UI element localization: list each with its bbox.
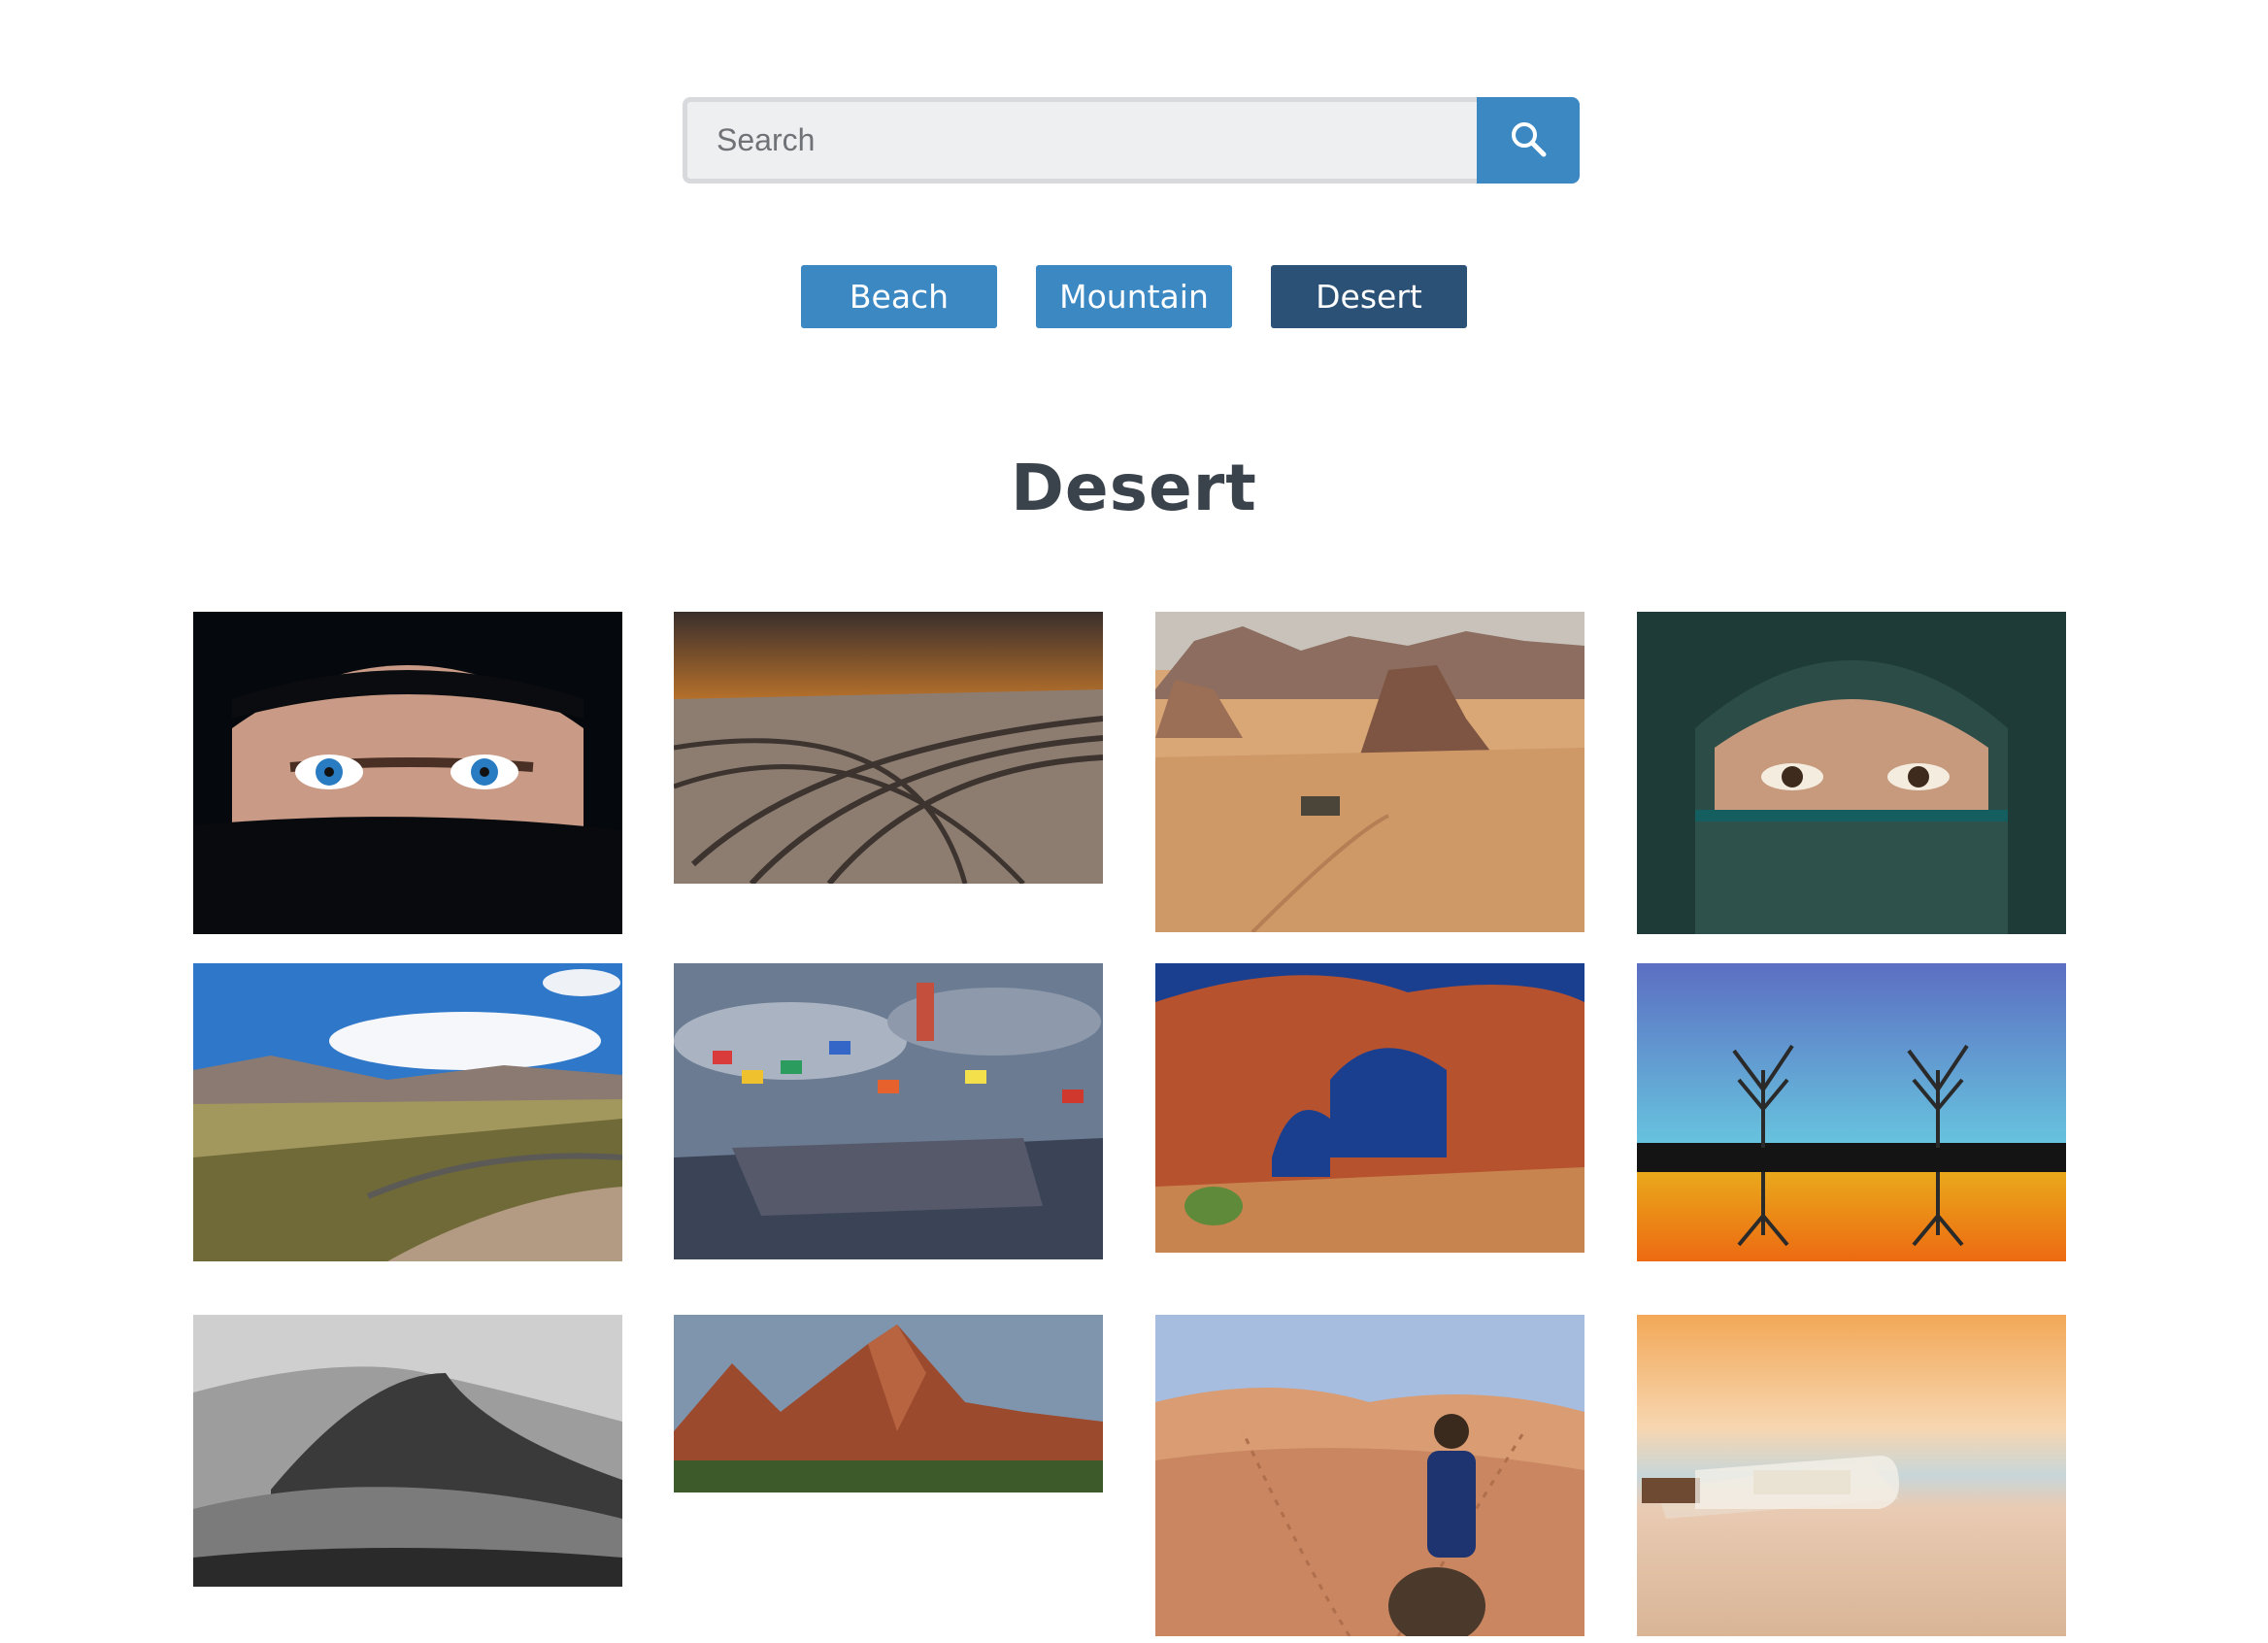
photo-veiled-woman-blue-eyes[interactable] (193, 612, 622, 934)
photo-red-mountains-sunset[interactable] (674, 1315, 1103, 1492)
photo-tree-reflection-lake[interactable] (1637, 963, 2066, 1261)
photo-message-in-bottle-beach[interactable] (1637, 1315, 2066, 1636)
photo-andes-valley-road[interactable] (193, 963, 622, 1261)
filter-beach-button[interactable]: Beach (801, 265, 997, 328)
photo-red-rock-double-arch[interactable] (1155, 963, 1584, 1253)
search-form (683, 97, 1580, 184)
filter-mountain-button[interactable]: Mountain (1036, 265, 1232, 328)
photo-salt-flat-flags-monument[interactable] (674, 963, 1103, 1259)
search-icon (1509, 119, 1548, 161)
filter-desert-button[interactable]: Desert (1271, 265, 1467, 328)
photo-salt-flat-tire-tracks-sunset[interactable] (674, 612, 1103, 884)
search-button[interactable] (1477, 97, 1580, 184)
photo-camel-rider-dunes[interactable] (1155, 1315, 1584, 1636)
category-filters: Beach Mountain Desert (0, 265, 2268, 328)
photo-black-white-sand-dunes[interactable] (193, 1315, 622, 1587)
search-input[interactable] (683, 97, 1477, 184)
photo-woman-green-niqab[interactable] (1637, 612, 2066, 934)
gallery-title: Desert (1011, 451, 1257, 525)
photo-wadi-rum-rock-formations[interactable] (1155, 612, 1584, 932)
